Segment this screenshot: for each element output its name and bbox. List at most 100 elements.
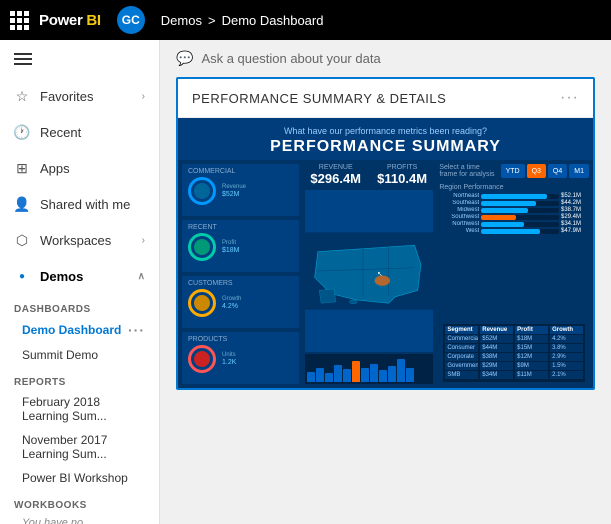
bar-10 <box>388 366 396 382</box>
us-map-svg: ↖ <box>305 190 434 352</box>
svg-text:↖: ↖ <box>377 271 382 278</box>
table-row: Commercial $52M $18M 4.2% <box>445 335 583 343</box>
performance-visual: What have our performance metrics been r… <box>178 118 593 388</box>
products-circle <box>188 345 216 373</box>
bar-6-highlight <box>352 361 360 382</box>
avatar[interactable]: GC <box>117 6 145 34</box>
summary-bar-row: West $47.9M <box>439 228 589 234</box>
summary-label: Region Performance <box>439 184 589 191</box>
revenue-label: REVENUE <box>305 164 367 171</box>
m1-button[interactable]: M1 <box>569 164 589 178</box>
sidebar-sub-nov2017[interactable]: November 2017 Learning Sum... <box>0 428 159 466</box>
commercial-metric: COMMERCIAL Revenue $52M <box>182 164 299 216</box>
sidebar-sub-demo-dashboard[interactable]: Demo Dashboard ··· <box>0 317 159 343</box>
workbooks-section-label: WORKBOOKS <box>0 494 159 513</box>
table-row: Consumer $44M $15M 3.8% <box>445 344 583 352</box>
bar-chart <box>305 354 434 384</box>
apps-icon: ⊞ <box>14 160 30 176</box>
summary-bar-row: Northeast $52.1M <box>439 193 589 199</box>
chevron-right-icon: › <box>142 91 145 102</box>
summary-bars-area: Region Performance Northeast $52.1M <box>439 184 589 320</box>
dashboard-card: PERFORMANCE SUMMARY & DETAILS ··· What h… <box>176 77 595 390</box>
bar-12 <box>406 368 414 382</box>
main-layout: ☆ Favorites › 🕐 Recent ⊞ Apps 👤 Shared w… <box>0 40 611 524</box>
breadcrumb-separator: > <box>208 13 216 28</box>
sidebar-item-label: Favorites <box>40 89 93 104</box>
breadcrumb: Demos > Demo Dashboard <box>161 13 324 28</box>
sidebar-item-label: Workspaces <box>40 233 111 248</box>
sidebar-item-favorites[interactable]: ☆ Favorites › <box>0 78 159 114</box>
bar-2 <box>316 368 324 382</box>
demos-icon: ● <box>14 268 30 284</box>
card-options-icon[interactable]: ··· <box>560 89 579 107</box>
sidebar-sub-summit-demo[interactable]: Summit Demo <box>0 343 159 367</box>
q3-button[interactable]: Q3 <box>527 164 546 178</box>
ask-text: Ask a question about your data <box>201 51 380 66</box>
workspaces-icon: ⬡ <box>14 232 30 248</box>
ytd-button[interactable]: YTD <box>501 164 525 178</box>
sidebar: ☆ Favorites › 🕐 Recent ⊞ Apps 👤 Shared w… <box>0 40 160 524</box>
sidebar-item-label: Demos <box>40 269 83 284</box>
bar-3 <box>325 373 333 382</box>
shared-icon: 👤 <box>14 196 30 212</box>
q4-button[interactable]: Q4 <box>548 164 567 178</box>
revenue-box: REVENUE $296.4M <box>305 164 367 186</box>
hamburger-button[interactable] <box>0 40 159 78</box>
more-options-icon[interactable]: ··· <box>128 322 145 338</box>
bar-9 <box>379 370 387 382</box>
bar-11 <box>397 359 405 382</box>
reports-section-label: REPORTS <box>0 371 159 390</box>
summary-bar-row: Midwest $38.7M <box>439 207 589 213</box>
table-row: SMB $34M $11M 2.1% <box>445 371 583 379</box>
revenue-value: $296.4M <box>305 171 367 186</box>
breadcrumb-workspace[interactable]: Demos <box>161 13 202 28</box>
customers-metric: CUSTOMERS Growth 4.2% <box>182 276 299 328</box>
summary-bar-row: Southeast $44.2M <box>439 200 589 206</box>
bar-5 <box>343 369 351 382</box>
ask-bar[interactable]: 💬 Ask a question about your data <box>160 40 611 77</box>
perf-header: What have our performance metrics been r… <box>178 118 593 160</box>
recent-circle <box>188 233 216 261</box>
perf-header-question: What have our performance metrics been r… <box>178 126 593 136</box>
table-row: Government $29M $9M 1.5% <box>445 362 583 370</box>
sidebar-item-demos[interactable]: ● Demos ∧ <box>0 258 159 294</box>
select-label: Select a time frame for analysis <box>439 164 498 178</box>
time-select-row: Select a time frame for analysis YTD Q3 … <box>439 164 589 178</box>
waffle-icon[interactable] <box>10 11 29 30</box>
no-workbooks-text: You have no workbooks <box>0 513 159 524</box>
summary-bar-row: Northwest $34.1M <box>439 221 589 227</box>
sidebar-sub-feb2018[interactable]: February 2018 Learning Sum... <box>0 390 159 428</box>
powerbi-logo: Power BI <box>39 12 101 29</box>
perf-title: PERFORMANCE SUMMARY <box>178 138 593 156</box>
map-area: ↖ <box>305 190 434 352</box>
sidebar-item-label: Recent <box>40 125 81 140</box>
data-table: Segment Revenue Profit Growth Commercial… <box>443 324 585 382</box>
chevron-down-icon: ∧ <box>138 271 145 282</box>
sidebar-item-recent[interactable]: 🕐 Recent <box>0 114 159 150</box>
bar-4 <box>334 365 342 382</box>
recent-metric: RECENT Profit $18M <box>182 220 299 272</box>
dashboards-section-label: DASHBOARDS <box>0 298 159 317</box>
commercial-circle <box>188 177 216 205</box>
sidebar-item-shared[interactable]: 👤 Shared with me <box>0 186 159 222</box>
card-header: PERFORMANCE SUMMARY & DETAILS ··· <box>178 79 593 118</box>
sidebar-sub-powerbi-workshop[interactable]: Power BI Workshop <box>0 466 159 490</box>
profit-box: PROFITS $110.4M <box>371 164 433 186</box>
table-row: Corporate $38M $12M 2.9% <box>445 353 583 361</box>
summary-bars: Northeast $52.1M Southeast $44.2M <box>439 193 589 234</box>
sidebar-item-apps[interactable]: ⊞ Apps <box>0 150 159 186</box>
qa-icon: 💬 <box>176 50 193 67</box>
perf-left-panel: COMMERCIAL Revenue $52M <box>178 160 303 388</box>
sidebar-item-label: Shared with me <box>40 197 130 212</box>
topbar-logo: Power BI <box>10 11 101 30</box>
profit-value: $110.4M <box>371 171 433 186</box>
chevron-right-icon: › <box>142 235 145 246</box>
profit-label: PROFITS <box>371 164 433 171</box>
topbar: Power BI GC Demos > Demo Dashboard <box>0 0 611 40</box>
revenue-profit-row: REVENUE $296.4M PROFITS $110.4M <box>305 164 434 186</box>
sidebar-item-workspaces[interactable]: ⬡ Workspaces › <box>0 222 159 258</box>
breadcrumb-page: Demo Dashboard <box>222 13 324 28</box>
clock-icon: 🕐 <box>14 124 30 140</box>
bar-8 <box>370 364 378 382</box>
card-title: PERFORMANCE SUMMARY & DETAILS <box>192 91 446 106</box>
